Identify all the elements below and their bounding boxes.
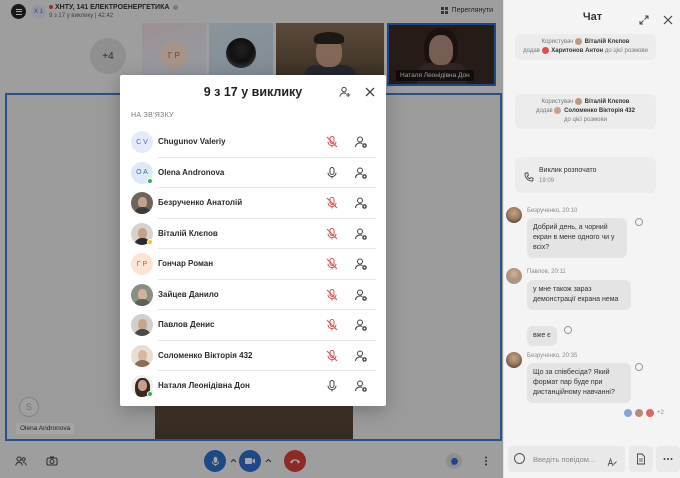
participant-list: C V Chugunov Valeriy O A Olena Andronova [120, 127, 386, 402]
mini-avatar [574, 98, 582, 105]
participant-row[interactable]: Наталя Леонідівна Дон [120, 371, 386, 402]
message-bubble[interactable]: Добрий день, а чорний екран в мене одног… [527, 218, 627, 258]
reaction-icon[interactable] [635, 218, 643, 226]
participant-row[interactable]: Г Р Гончар Роман [120, 249, 386, 280]
participant-row[interactable]: Безрученко Анатолій [120, 188, 386, 219]
participant-options-icon[interactable] [354, 349, 368, 363]
expand-icon[interactable] [639, 12, 649, 25]
participant-avatar [131, 283, 153, 306]
participant-name: Віталій Клєпов [158, 228, 218, 238]
participant-row[interactable]: Павлов Денис [120, 310, 386, 341]
message-meta: Безрученко, 20:10 [527, 208, 578, 214]
mini-avatar [541, 47, 549, 55]
reaction-icon[interactable] [564, 326, 572, 334]
participant-options-icon[interactable] [354, 379, 368, 393]
participant-options-icon[interactable] [354, 196, 368, 210]
mini-avatar [624, 409, 632, 417]
message-bubble[interactable]: вже є [527, 326, 557, 346]
mini-avatar [574, 38, 582, 45]
read-receipts-more: +2 [657, 410, 664, 416]
participant-avatar [131, 344, 153, 367]
participant-name: Гончар Роман [158, 259, 214, 268]
online-status-icon [147, 391, 153, 397]
read-receipts: +2 [624, 409, 664, 417]
participant-options-icon[interactable] [354, 318, 368, 332]
participant-name: Chugunov Valeriy [158, 137, 226, 146]
participant-row[interactable]: Соломенко Вікторія 432 [120, 341, 386, 372]
participant-avatar: C V [131, 131, 153, 153]
message-meta: Павлов, 20:11 [527, 269, 566, 275]
participant-row[interactable]: Зайцев Данило [120, 280, 386, 311]
participant-name: Соломенко Вікторія 432 [158, 350, 253, 360]
more-chat-options-button[interactable] [656, 446, 680, 472]
participant-avatar [131, 314, 153, 336]
participant-name: Olena Andronova [158, 167, 225, 177]
participant-options-icon[interactable] [354, 135, 368, 149]
participant-options-icon[interactable] [354, 288, 368, 302]
sender-avatar [506, 207, 522, 223]
call-started-text: Виклик розпочато [539, 167, 597, 174]
participant-options-icon[interactable] [354, 166, 368, 180]
mini-avatar [554, 107, 562, 115]
call-started-time: 19:09 [539, 178, 555, 184]
system-message: Користувач Віталій Клєпов додав Харитоно… [515, 34, 656, 61]
participant-options-icon[interactable] [354, 257, 368, 271]
participant-avatar: Г Р [131, 253, 153, 275]
participant-name: Павлов Денис [158, 320, 215, 329]
phone-icon [524, 169, 534, 182]
format-text-icon[interactable] [607, 454, 617, 467]
mic-muted-icon[interactable] [325, 318, 339, 332]
mini-avatar [646, 409, 654, 417]
mic-muted-icon[interactable] [325, 288, 339, 302]
participant-name: Безрученко Анатолій [158, 198, 243, 207]
message-meta: Безрученко, 20:35 [527, 353, 578, 359]
chat-panel: Чат Користувач Віталій Клєпов додав Хари… [503, 0, 680, 478]
close-icon[interactable] [364, 85, 376, 97]
reaction-icon[interactable] [635, 363, 643, 371]
sender-avatar [506, 268, 522, 284]
attach-file-button[interactable] [629, 446, 653, 472]
message-composer: Введіть повідом... [504, 442, 680, 478]
message-input-placeholder: Введіть повідом... [533, 455, 596, 464]
call-started-card: Виклик розпочато 19:09 [515, 157, 656, 193]
close-chat-icon[interactable] [663, 12, 673, 25]
mic-muted-icon[interactable] [325, 349, 339, 363]
online-status-icon [147, 177, 153, 184]
system-message: Користувач Віталій Клєпов додав Соломенк… [515, 94, 656, 130]
participant-name: Наталя Леонідівна Дон [158, 381, 250, 390]
sender-avatar [506, 352, 522, 368]
emoji-icon[interactable] [514, 453, 525, 464]
file-icon [637, 453, 645, 465]
mic-on-icon[interactable] [325, 166, 339, 180]
participant-row[interactable]: O A Olena Andronova [120, 158, 386, 189]
message-bubble[interactable]: Що за співбесіда? Який формат пар буде п… [527, 363, 631, 403]
mic-muted-icon[interactable] [325, 257, 339, 271]
participant-row[interactable]: Віталій Клєпов [120, 219, 386, 250]
mic-muted-icon[interactable] [325, 135, 339, 149]
mic-on-icon[interactable] [325, 379, 339, 393]
message-bubble[interactable]: у мне також зараз демонстрації екрана не… [527, 280, 631, 310]
away-status-icon [147, 238, 153, 245]
participants-dialog: 9 з 17 у виклику НА ЗВ'ЯЗКУ C V Chugunov… [120, 75, 386, 406]
mic-muted-icon[interactable] [325, 196, 339, 210]
participant-options-icon[interactable] [354, 227, 368, 241]
mic-muted-icon[interactable] [325, 227, 339, 241]
message-input[interactable]: Введіть повідом... [508, 446, 625, 472]
chat-title: Чат [582, 11, 603, 23]
participant-name: Зайцев Данило [158, 289, 219, 299]
mini-avatar [635, 409, 643, 417]
add-participant-icon[interactable] [339, 85, 351, 97]
participant-row[interactable]: C V Chugunov Valeriy [120, 127, 386, 158]
section-label: НА ЗВ'ЯЗКУ [131, 112, 174, 119]
more-horizontal-icon [663, 458, 673, 460]
participant-avatar [131, 192, 153, 214]
